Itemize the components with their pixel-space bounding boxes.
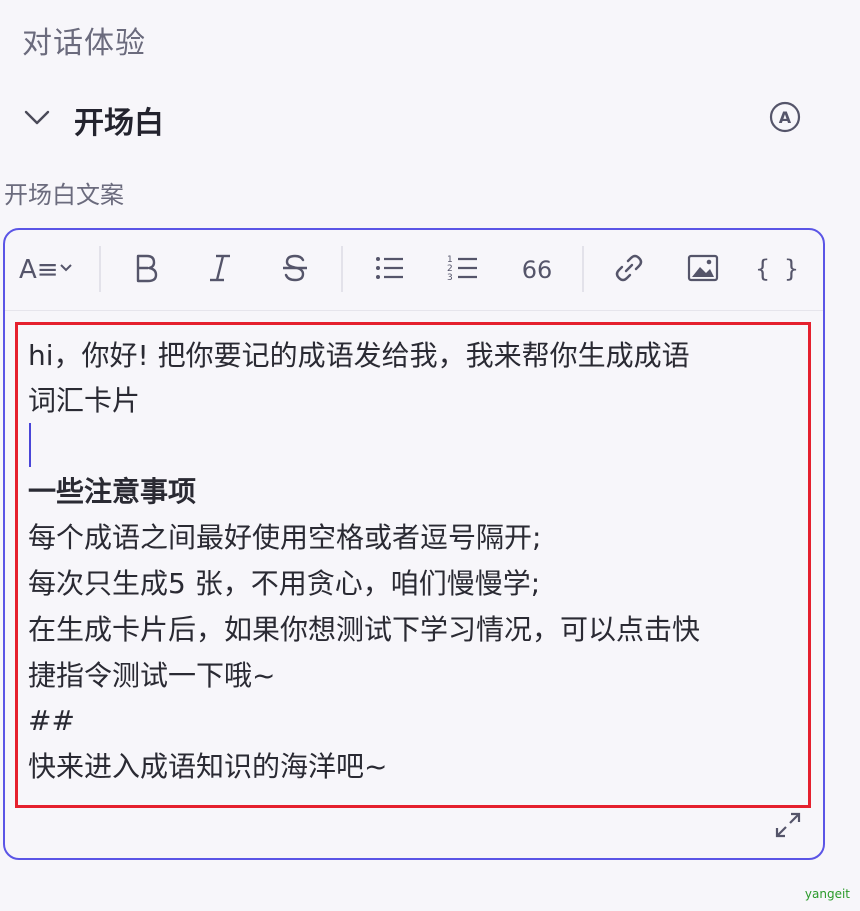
content-line: 每次只生成5 张，不用贪心，咱们慢慢学; [28,567,541,600]
content-line: 词汇卡片 [28,384,141,417]
page: 对话体验 开场白 A 开场白文案 A≡ 1 2 3 66 {} hi，你好! … [0,0,860,911]
bold-button[interactable] [125,248,165,288]
italic-icon [210,254,230,282]
link-icon [615,254,643,282]
content-line: 每个成语之间最好使用空格或者逗号隔开; [28,521,542,554]
image-button[interactable] [683,248,723,288]
opening-collapse-header[interactable]: 开场白 A [0,92,830,148]
content-line: 快来进入成语知识的海洋吧~ [28,750,388,783]
editor-content-area[interactable]: hi，你好! 把你要记的成语发给我，我来帮你生成成语 词汇卡片 一些注意事项 每… [15,322,811,808]
bold-icon [136,254,158,283]
bullet-list-icon [376,257,403,279]
heading-icon: A≡ [19,255,72,285]
toolbar-separator [99,246,101,292]
bullet-list-button[interactable] [369,248,409,288]
chevron-down-icon[interactable] [22,102,52,132]
ordered-list-icon: 1 2 3 [447,255,477,283]
editor-toolbar: A≡ 1 2 3 66 {} [5,230,823,311]
code-block-button[interactable]: { } [757,248,797,288]
svg-text:66: 66 [522,256,553,284]
content-line: 在生成卡片后，如果你想测试下学习情况，可以点击快 [28,613,701,646]
image-icon [687,254,719,282]
strikethrough-icon [283,254,307,282]
svg-text:A≡: A≡ [19,255,59,285]
section-title: 对话体验 [22,26,146,61]
text-cursor [29,423,31,467]
expand-icon[interactable] [773,810,803,840]
italic-button[interactable] [200,248,240,288]
link-button[interactable] [609,248,649,288]
quote-icon: 66 [522,256,553,284]
ai-badge-letter: A [779,108,792,127]
watermark: yangeit [804,887,850,901]
collapse-title: 开场白 [74,106,164,141]
content-line: ## [28,704,75,737]
heading-dropdown-button[interactable]: A≡ [17,248,77,288]
content-line: hi，你好! 把你要记的成语发给我，我来帮你生成成语 [28,339,690,372]
opening-text-label: 开场白文案 [4,181,124,209]
strikethrough-button[interactable] [275,248,315,288]
code-icon: { } [757,255,797,283]
svg-text:3: 3 [447,273,453,283]
svg-text:{ }: { } [757,255,797,283]
toolbar-separator [341,246,343,292]
toolbar-separator [582,246,584,292]
auto-generate-icon[interactable]: A [768,100,802,134]
ordered-list-button[interactable]: 1 2 3 [443,248,483,288]
content-line: 捷指令测试一下哦~ [28,659,276,692]
rich-text-editor[interactable]: A≡ 1 2 3 66 {} hi，你好! 把你要记的成语发给我，我来帮你生成… [3,228,825,860]
content-heading: 一些注意事项 [28,475,197,508]
blockquote-button[interactable]: 66 [517,248,557,288]
